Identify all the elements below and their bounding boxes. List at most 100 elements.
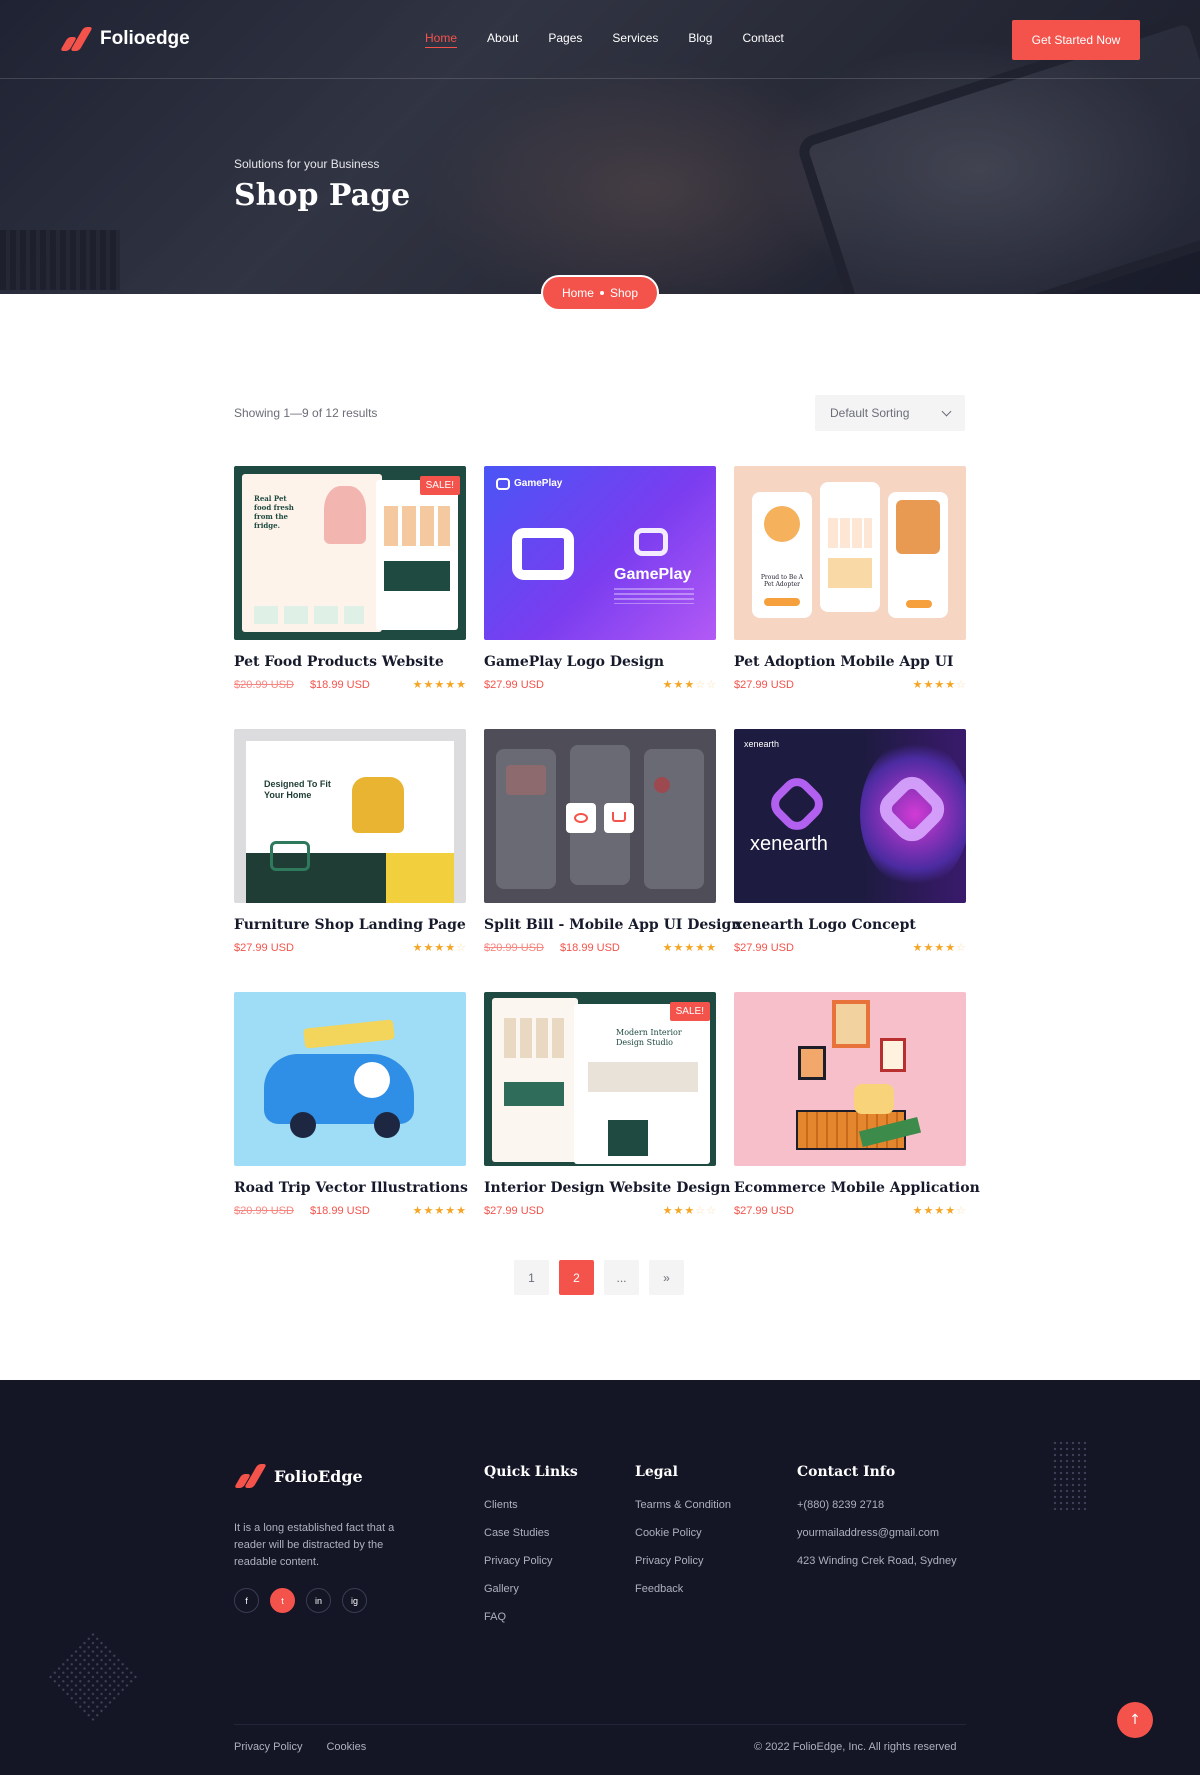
old-price: $20.99 USD [234, 1205, 294, 1217]
xenearth-logo-icon [764, 771, 830, 837]
footer-link[interactable]: Gallery [484, 1583, 578, 1595]
star-filled-icon: ★ [662, 941, 673, 954]
eye-button-icon[interactable] [566, 803, 596, 833]
contact-email: yourmailaddress@gmail.com [797, 1527, 939, 1539]
star-filled-icon: ★ [912, 1204, 923, 1217]
breadcrumb: Home Shop [541, 275, 659, 311]
star-empty-icon: ☆ [456, 941, 466, 954]
arrow-up-icon[interactable]: ↑ [1117, 1702, 1153, 1738]
hero-banner: Folioedge Home About Pages Services Blog… [0, 0, 1200, 294]
product-image[interactable]: Real Pet food fresh from the fridge. SAL… [234, 466, 466, 640]
product-image[interactable] [734, 992, 966, 1166]
next-page-icon[interactable]: » [649, 1260, 684, 1295]
logo-mark-icon [233, 1464, 267, 1488]
star-filled-icon: ★ [934, 678, 945, 691]
footer-link[interactable]: Tearms & Condition [635, 1499, 731, 1511]
menu-item-blog[interactable]: Blog [688, 31, 712, 48]
footer-link[interactable]: FAQ [484, 1611, 578, 1623]
page-ellipsis-button[interactable]: ... [604, 1260, 639, 1295]
footer-link[interactable]: Case Studies [484, 1527, 578, 1539]
footer-bottom-link[interactable]: Privacy Policy [234, 1741, 302, 1753]
footer-divider [234, 1724, 966, 1725]
footer-link[interactable]: Cookie Policy [635, 1527, 731, 1539]
footer-link[interactable]: Privacy Policy [484, 1555, 578, 1567]
star-empty-icon: ☆ [695, 678, 706, 691]
price: $27.99 USD [734, 942, 794, 954]
product-title[interactable]: Interior Design Website Design [484, 1180, 730, 1196]
product-image[interactable]: Modern Interior Design Studio SALE! [484, 992, 716, 1166]
page-1-button[interactable]: 1 [514, 1260, 549, 1295]
star-rating: ★ ★ ★ ☆ ☆ [663, 678, 716, 691]
product-card[interactable]: Real Pet food fresh from the fridge. SAL… [234, 466, 466, 691]
facebook-icon[interactable]: f [234, 1588, 259, 1613]
menu-item-home[interactable]: Home [425, 31, 458, 48]
star-filled-icon: ★ [445, 1204, 456, 1217]
product-image[interactable] [234, 992, 466, 1166]
product-image[interactable]: Designed To Fit Your Home [234, 729, 466, 903]
star-filled-icon: ★ [662, 1204, 673, 1217]
product-card[interactable]: Designed To Fit Your Home Furniture Shop… [234, 729, 466, 954]
product-card[interactable]: Ecommerce Mobile Application $27.99 USD … [734, 992, 980, 1217]
price: $27.99 USD [484, 679, 544, 691]
menu-item-services[interactable]: Services [612, 31, 658, 48]
site-logo[interactable]: Folioedge [59, 27, 190, 51]
page-2-button[interactable]: 2 [559, 1260, 594, 1295]
product-title[interactable]: Ecommerce Mobile Application [734, 1180, 980, 1196]
product-image[interactable] [484, 729, 716, 903]
product-title[interactable]: Furniture Shop Landing Page [234, 917, 466, 933]
footer-heading: Quick Links [484, 1464, 578, 1480]
product-card[interactable]: Split Bill - Mobile App UI Design $20.99… [484, 729, 741, 954]
old-price: $20.99 USD [234, 679, 294, 691]
sort-select-value: Default Sorting [830, 406, 910, 420]
yellow-chair-image [352, 777, 404, 833]
footer-link[interactable]: Feedback [635, 1583, 731, 1595]
product-card[interactable]: GamePlay GamePlay GamePlay Logo Design $… [484, 466, 716, 691]
star-filled-icon: ★ [684, 678, 695, 691]
product-image[interactable]: GamePlay GamePlay [484, 466, 716, 640]
menu-item-about[interactable]: About [487, 31, 518, 48]
logo-text: Folioedge [100, 28, 190, 49]
menu-item-pages[interactable]: Pages [548, 31, 582, 48]
footer-bottom-link[interactable]: Cookies [326, 1741, 366, 1753]
twitter-icon[interactable]: t [270, 1588, 295, 1613]
price: $18.99 USD [559, 942, 620, 954]
footer-link[interactable]: Privacy Policy [635, 1555, 731, 1567]
product-image[interactable]: Proud to Be A Pet Adopter [734, 466, 966, 640]
product-pricing: $20.99 USD $18.99 USD ★ ★ ★ ★ ★ [234, 1205, 466, 1217]
star-filled-icon: ★ [912, 678, 923, 691]
product-card[interactable]: xenearth xenearth xenearth Logo Concept … [734, 729, 966, 954]
product-card[interactable]: Proud to Be A Pet Adopter Pet Adoption M… [734, 466, 966, 691]
get-started-button[interactable]: Get Started Now [1012, 20, 1140, 60]
breadcrumb-home[interactable]: Home [562, 286, 594, 300]
green-chair-image [270, 841, 310, 871]
footer-link[interactable]: Clients [484, 1499, 578, 1511]
linkedin-icon[interactable]: in [306, 1588, 331, 1613]
sort-select[interactable]: Default Sorting [815, 395, 965, 431]
product-pricing: $20.99 USD $18.99 USD ★ ★ ★ ★ ★ [234, 679, 466, 691]
product-title[interactable]: Pet Food Products Website [234, 654, 466, 670]
star-filled-icon: ★ [684, 1204, 695, 1217]
instagram-icon[interactable]: ig [342, 1588, 367, 1613]
product-title[interactable]: xenearth Logo Concept [734, 917, 966, 933]
product-title[interactable]: Split Bill - Mobile App UI Design [484, 917, 741, 933]
breadcrumb-separator-icon [599, 291, 604, 295]
star-filled-icon: ★ [412, 678, 423, 691]
cart-button-icon[interactable] [604, 803, 634, 833]
star-filled-icon: ★ [945, 1204, 956, 1217]
product-pricing: $20.99 USD $18.99 USD ★ ★ ★ ★ ★ [484, 942, 716, 954]
product-title[interactable]: Pet Adoption Mobile App UI [734, 654, 966, 670]
social-links: f t in ig [234, 1588, 367, 1613]
star-rating: ★ ★ ★ ★ ☆ [912, 1204, 966, 1217]
contact-address: 423 Winding Crek Road, Sydney [797, 1555, 957, 1567]
menu-item-contact[interactable]: Contact [742, 31, 783, 48]
footer-logo[interactable]: FolioEdge [233, 1464, 363, 1488]
product-title[interactable]: Road Trip Vector Illustrations [234, 1180, 468, 1196]
product-title[interactable]: GamePlay Logo Design [484, 654, 716, 670]
product-pricing: $27.99 USD ★ ★ ★ ★ ☆ [734, 679, 966, 691]
product-image[interactable]: xenearth xenearth [734, 729, 966, 903]
product-card[interactable]: Road Trip Vector Illustrations $20.99 US… [234, 992, 468, 1217]
star-filled-icon: ★ [923, 678, 934, 691]
product-card[interactable]: Modern Interior Design Studio SALE! Inte… [484, 992, 730, 1217]
star-rating: ★ ★ ★ ★ ★ [662, 941, 716, 954]
star-rating: ★ ★ ★ ★ ☆ [912, 678, 966, 691]
